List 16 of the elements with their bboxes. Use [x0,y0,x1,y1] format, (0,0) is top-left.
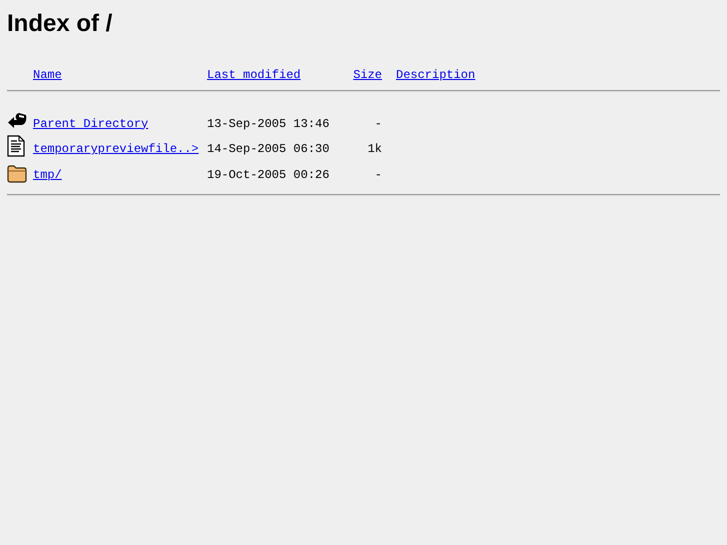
file-link[interactable]: Parent Directory [33,116,148,134]
file-size: 1k [368,142,382,158]
modified-date: 13-Sep-2005 13:46 [207,116,330,132]
column-sort-link[interactable]: Last modified [207,67,301,83]
modified-date: 19-Oct-2005 00:26 [207,168,330,184]
file-link[interactable]: temporarypreviewfile..> [33,142,199,159]
file-link[interactable]: tmp/ [33,168,62,184]
modified-date: 14-Sep-2005 06:30 [207,142,330,158]
column-sort-link[interactable]: Size [353,67,382,83]
folder-icon [7,164,27,182]
column-sort-link[interactable]: Description [396,67,476,83]
page-title: Index of / [7,9,114,39]
column-sort-link[interactable]: Name [33,67,62,83]
file-size: - [374,168,382,184]
document-icon [7,135,25,157]
file-size: - [374,116,382,132]
